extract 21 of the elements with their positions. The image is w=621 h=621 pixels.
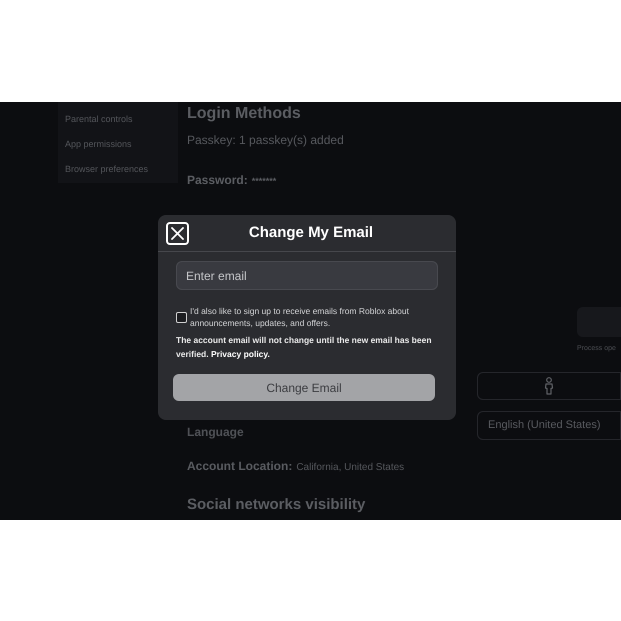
newsletter-label: I'd also like to sign up to receive emails from Roblox about announcements, updates, and offers. [190,305,410,329]
notice-text: The account email will not change until the new email has been verified. Privacy policy. [176,334,433,361]
sidebar-item[interactable]: Parental controls [65,113,133,125]
language-label: Language [187,425,244,439]
email-input[interactable]: Enter email [176,261,438,290]
person-icon [544,377,554,395]
section-heading: Login Methods [187,104,301,124]
password-label: Password: [187,172,248,188]
close-icon [171,226,184,240]
passkey-text: Passkey: 1 passkey(s) added [187,132,344,148]
section-heading: Social networks visibility [187,495,366,515]
location-value: California, United States [296,461,404,475]
dialog-title: Change My Email [248,223,374,243]
sidebar-item[interactable]: App permissions [65,138,132,150]
location-label: Account Location: [187,458,292,474]
language-dropdown[interactable]: English (United States) [477,411,621,440]
close-button[interactable] [166,222,189,244]
password-value: ******* [252,175,276,188]
newsletter-checkbox[interactable] [176,312,187,322]
privacy-policy-link[interactable]: Privacy policy. [210,349,270,359]
sidebar-item[interactable]: Browser preferences [65,163,148,175]
